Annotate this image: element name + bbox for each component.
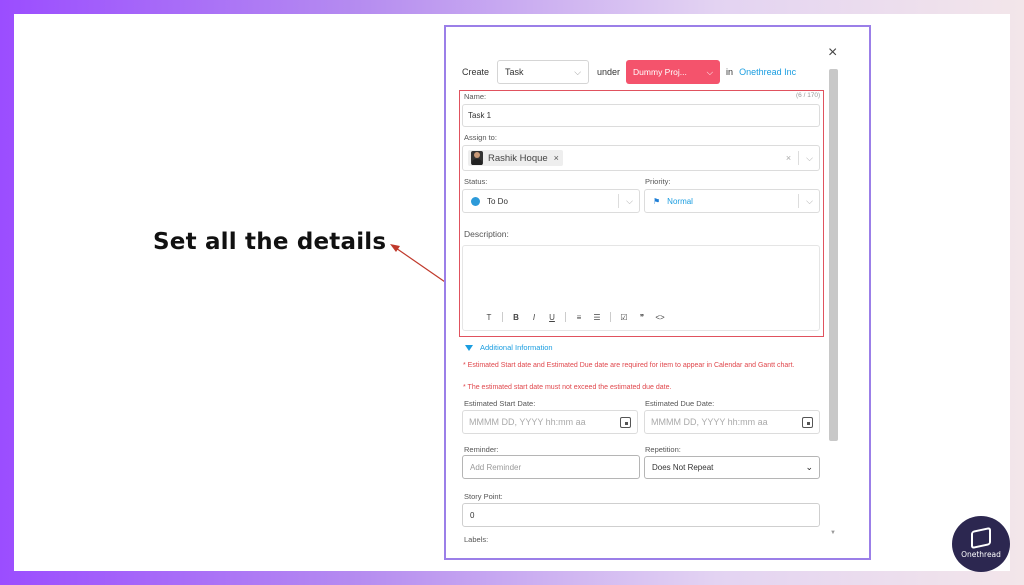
assignee-select[interactable]: Rashik Hoque × × ⌵ xyxy=(462,145,820,171)
create-task-modal: × Create Task ⌵ under Dummy Proj... ⌵ in… xyxy=(444,25,871,560)
clear-icon[interactable]: × xyxy=(786,153,791,163)
date-warning-1: * Estimated Start date and Estimated Due… xyxy=(463,362,795,369)
select-controls: × ⌵ xyxy=(786,146,813,170)
item-type-select[interactable]: Task ⌵ xyxy=(497,60,590,84)
due-date-input[interactable]: MMMM DD, YYYY hh:mm aa xyxy=(644,410,820,434)
text-style-icon[interactable]: T xyxy=(480,313,498,322)
story-point-label: Story Point: xyxy=(464,492,503,501)
logo-text: Onethread xyxy=(961,550,1001,559)
name-char-counter: (6 / 170) xyxy=(796,92,821,99)
reminder-label: Reminder: xyxy=(464,445,499,454)
create-label: Create xyxy=(462,67,490,77)
chevron-down-icon: ⌄ xyxy=(805,462,813,472)
repetition-value: Does Not Repeat xyxy=(652,463,714,472)
priority-select[interactable]: ⚑ Normal ⌵ xyxy=(644,189,820,213)
code-icon[interactable]: <> xyxy=(651,313,669,322)
onethread-logo: Onethread xyxy=(952,516,1010,572)
name-input[interactable]: Task 1 xyxy=(462,104,820,127)
description-label: Description: xyxy=(464,229,509,239)
caret-down-icon xyxy=(465,344,473,351)
reminder-placeholder: Add Reminder xyxy=(470,462,522,472)
remove-assignee-icon[interactable]: × xyxy=(554,153,559,163)
divider xyxy=(565,312,566,322)
start-date-label: Estimated Start Date: xyxy=(464,399,536,408)
flag-icon: ⚑ xyxy=(653,196,661,206)
repetition-label: Repetition: xyxy=(645,445,681,454)
quote-icon[interactable]: ❞ xyxy=(633,313,651,322)
story-point-value: 0 xyxy=(470,510,475,520)
ordered-list-icon[interactable]: ≡ xyxy=(570,313,588,322)
divider xyxy=(798,194,800,208)
due-date-placeholder: MMMM DD, YYYY hh:mm aa xyxy=(651,417,768,427)
additional-info-toggle[interactable]: Additional Information xyxy=(465,343,553,352)
scroll-down-icon[interactable]: ▼ xyxy=(830,530,836,536)
editor-toolbar: T B I U ≡ ☰ ☑ ❞ <> xyxy=(480,312,669,322)
assignee-chip: Rashik Hoque × xyxy=(468,150,563,166)
bold-icon[interactable]: B xyxy=(507,313,525,322)
project-select[interactable]: Dummy Proj... ⌵ xyxy=(626,60,721,84)
start-date-placeholder: MMMM DD, YYYY hh:mm aa xyxy=(469,417,586,427)
calendar-icon[interactable] xyxy=(802,416,813,428)
divider xyxy=(502,312,503,322)
due-date-label: Estimated Due Date: xyxy=(645,399,715,408)
chevron-down-icon: ⌵ xyxy=(626,195,633,206)
callout-text: Set all the details xyxy=(153,229,387,255)
organization-link[interactable]: Onethread Inc xyxy=(739,67,796,77)
close-icon[interactable]: × xyxy=(828,44,837,62)
story-point-input[interactable]: 0 xyxy=(462,503,820,527)
under-label: under xyxy=(597,67,621,77)
date-warning-2: * The estimated start date must not exce… xyxy=(463,384,672,391)
chevron-down-icon: ⌵ xyxy=(574,66,582,77)
status-select[interactable]: To Do ⌵ xyxy=(462,189,640,213)
name-label: Name: xyxy=(464,92,487,101)
divider xyxy=(798,151,800,165)
underline-icon[interactable]: U xyxy=(543,313,561,322)
repetition-select[interactable]: Does Not Repeat ⌄ xyxy=(644,456,820,479)
assign-label: Assign to: xyxy=(464,133,497,142)
divider xyxy=(610,312,611,322)
name-value: Task 1 xyxy=(468,111,492,120)
additional-info-label: Additional Information xyxy=(480,343,553,352)
priority-value: Normal xyxy=(667,196,693,206)
assignee-name: Rashik Hoque xyxy=(488,152,548,164)
create-row: Create Task ⌵ under Dummy Proj... ⌵ in O… xyxy=(462,60,796,84)
logo-mark-icon xyxy=(971,526,991,550)
calendar-icon[interactable] xyxy=(620,416,631,428)
project-value: Dummy Proj... xyxy=(633,67,687,77)
status-value: To Do xyxy=(487,196,508,206)
italic-icon[interactable]: I xyxy=(525,313,543,322)
status-dot-icon xyxy=(471,196,480,206)
avatar xyxy=(471,151,483,165)
bullet-list-icon[interactable]: ☰ xyxy=(588,313,606,322)
select-controls: ⌵ xyxy=(791,190,813,212)
reminder-input[interactable]: Add Reminder xyxy=(462,455,640,479)
status-label: Status: xyxy=(464,177,488,186)
labels-label: Labels: xyxy=(464,535,489,544)
chevron-down-icon: ⌵ xyxy=(806,195,813,206)
chevron-down-icon[interactable]: ⌵ xyxy=(806,153,813,164)
scrollbar[interactable] xyxy=(829,69,838,441)
priority-label: Priority: xyxy=(645,177,671,186)
start-date-input[interactable]: MMMM DD, YYYY hh:mm aa xyxy=(462,410,638,434)
checklist-icon[interactable]: ☑ xyxy=(615,313,633,322)
in-label: in xyxy=(726,67,734,77)
chevron-down-icon: ⌵ xyxy=(706,66,714,77)
select-controls: ⌵ xyxy=(611,190,633,212)
divider xyxy=(618,194,620,208)
item-type-value: Task xyxy=(505,67,524,77)
